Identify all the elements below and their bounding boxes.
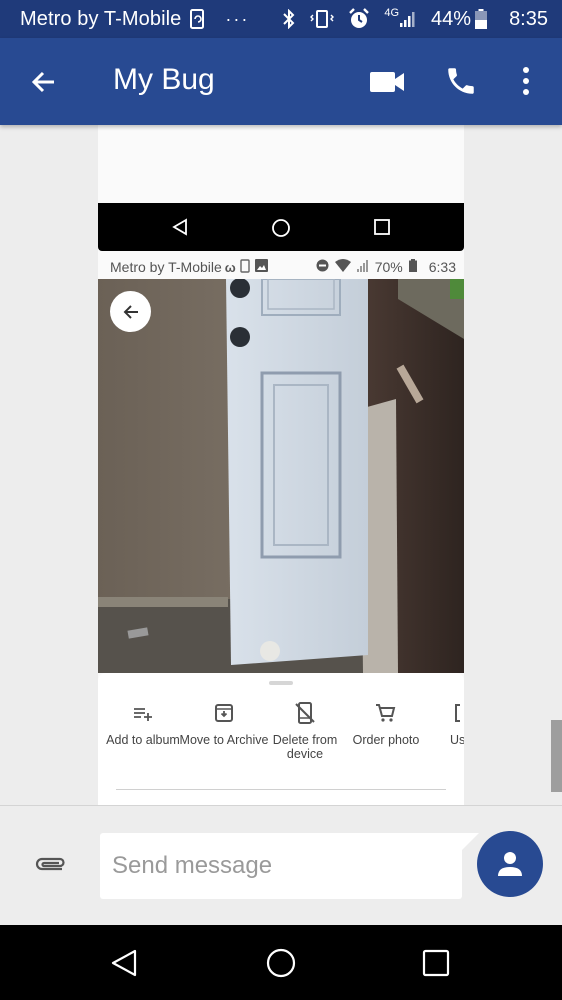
paperclip-icon [35, 857, 65, 871]
arrow-back-icon [123, 304, 138, 319]
vibrate-icon [310, 9, 335, 29]
embedded-status-bar: Metro by T-Mobile ω 70% 6:33 [98, 255, 464, 279]
signal-icon [356, 259, 369, 275]
app-bar: My Bug [0, 38, 562, 125]
embedded-carrier: Metro by T-Mobile [110, 259, 222, 275]
photo-actions-sheet: Add to album Move to Archive Delete from… [98, 673, 464, 805]
action-delete-from-device[interactable]: Delete from device [260, 701, 350, 761]
nav-recents-button[interactable] [420, 947, 452, 979]
sync-phone-icon [189, 9, 207, 29]
door-photo-illustration [98, 279, 464, 673]
message-input-notch [459, 833, 479, 853]
phone-call-button[interactable] [444, 64, 478, 98]
photo-back-button[interactable] [110, 291, 151, 332]
sheet-drag-handle[interactable] [269, 681, 293, 685]
action-label: Add to album [106, 733, 180, 747]
status-bar: Metro by T-Mobile ··· 4G 44% 8:35 [0, 0, 562, 38]
person-icon [498, 852, 522, 876]
wifi-icon [334, 259, 351, 275]
app-w-icon: ω [224, 259, 236, 275]
image-icon [254, 259, 268, 275]
more-notifications-icon: ··· [225, 8, 250, 29]
alarm-icon [348, 8, 370, 30]
dnd-icon [316, 259, 329, 275]
home-circle-icon [272, 219, 290, 237]
contact-button[interactable] [477, 831, 543, 897]
action-label: Order photo [352, 733, 420, 747]
system-nav-bar [0, 925, 562, 1000]
phone-icon [448, 68, 474, 94]
back-triangle-icon [172, 218, 187, 236]
nav-back-button[interactable] [108, 947, 140, 979]
cart-icon [376, 704, 396, 722]
embedded-battery-percent: 70% [374, 259, 403, 275]
arrow-back-icon [31, 71, 54, 93]
action-partial[interactable]: Us [422, 701, 464, 747]
sheet-divider [116, 789, 446, 790]
conversation-scrollbar[interactable] [551, 720, 562, 792]
action-add-to-album[interactable]: Add to album [98, 701, 188, 747]
action-label: Us [450, 733, 464, 747]
photo-door [98, 279, 464, 673]
nav-home-button[interactable] [265, 947, 297, 979]
battery-icon [475, 9, 488, 29]
battery-percent: 44% [431, 7, 472, 30]
sync-phone-icon [240, 258, 251, 276]
conversation-title: My Bug [113, 63, 215, 96]
signal-icon: 4G [384, 7, 417, 28]
back-button[interactable] [28, 66, 60, 98]
playlist-add-icon [134, 708, 152, 721]
compose-bar [0, 805, 562, 925]
phone-off-icon [295, 702, 315, 724]
more-vert-icon [523, 67, 529, 95]
recents-square-icon [374, 219, 390, 235]
message-input[interactable] [100, 833, 462, 899]
more-options-button[interactable] [516, 64, 536, 98]
archive-icon [215, 704, 233, 722]
embedded-clock: 6:33 [428, 259, 456, 275]
conversation-area[interactable]: Metro by T-Mobile ω 70% 6:33 Add to albu… [0, 125, 562, 805]
action-order-photo[interactable]: Order photo [341, 701, 431, 747]
clock: 8:35 [509, 7, 548, 30]
partial-icon [455, 704, 460, 722]
image-message[interactable]: Metro by T-Mobile ω 70% 6:33 Add to albu… [98, 125, 464, 805]
battery-icon [408, 259, 417, 275]
embedded-nav-bar [98, 203, 464, 251]
video-call-button[interactable] [368, 68, 408, 96]
video-call-icon [370, 72, 404, 92]
network-label: 4G [384, 7, 400, 19]
action-label: Move to Archive [179, 733, 269, 747]
action-move-to-archive[interactable]: Move to Archive [179, 701, 269, 747]
action-label: Delete from device [272, 733, 338, 761]
carrier-label: Metro by T-Mobile [20, 7, 182, 30]
bluetooth-icon [282, 9, 296, 29]
attach-button[interactable] [32, 852, 68, 876]
